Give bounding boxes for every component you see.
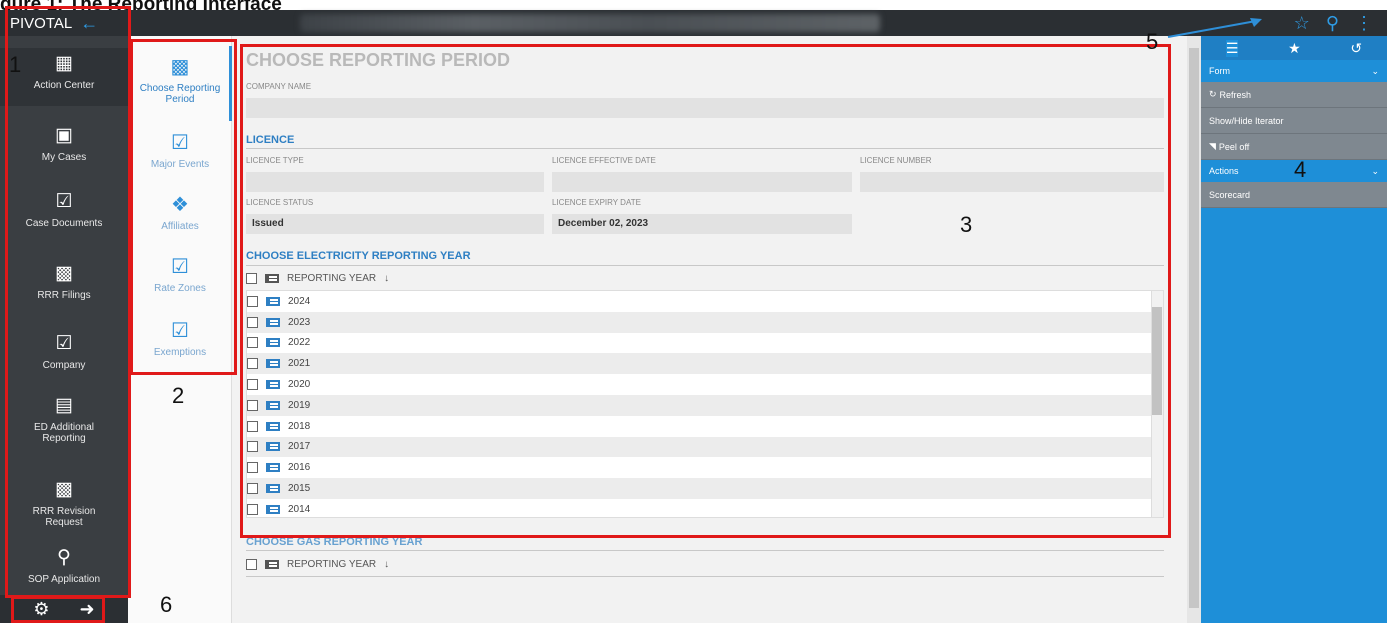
search-globe-icon[interactable]: ⚲ <box>1326 13 1339 34</box>
refresh-button[interactable]: ↻ Refresh <box>1201 82 1387 108</box>
history-tab-icon[interactable]: ↺ <box>1350 40 1362 57</box>
favorites-tab-icon[interactable]: ★ <box>1288 40 1301 57</box>
select-all-checkbox[interactable] <box>246 558 257 570</box>
callout-box-3 <box>240 44 1171 538</box>
refresh-label: Refresh <box>1219 89 1252 100</box>
grid-row-icon <box>265 559 279 569</box>
refresh-icon: ↻ <box>1209 89 1217 99</box>
scorecard-label: Scorecard <box>1209 189 1251 200</box>
show-hide-iterator-label: Show/Hide Iterator <box>1209 115 1284 126</box>
reporting-year-column-header[interactable]: REPORTING YEAR <box>287 559 376 570</box>
form-tab-icon[interactable]: ☰ <box>1225 39 1239 57</box>
blurred-company-banner <box>300 14 880 32</box>
form-scrollbar-thumb[interactable] <box>1189 48 1199 608</box>
chevron-down-icon: ⌄ <box>1371 65 1379 76</box>
callout-number-6: 6 <box>160 592 173 617</box>
divider <box>246 576 1164 577</box>
callout-arrow <box>1167 18 1262 38</box>
chevron-down-icon: ⌄ <box>1371 165 1379 176</box>
callout-box-6 <box>11 596 105 623</box>
right-panel: ☰ ★ ↺ Form ⌄ ↻ Refresh Show/Hide Iterato… <box>1201 36 1387 623</box>
peel-off-label: Peel off <box>1218 141 1250 152</box>
callout-box-2 <box>130 39 237 375</box>
callout-number-2: 2 <box>172 383 185 408</box>
callout-number-5: 5 <box>1146 29 1159 54</box>
sort-descending-icon[interactable]: ↓ <box>384 559 389 570</box>
callout-number-4: 4 <box>1294 157 1307 182</box>
star-icon[interactable]: ☆ <box>1294 13 1310 34</box>
form-section-label: Form <box>1209 66 1230 76</box>
more-vertical-icon[interactable]: ⋮ <box>1355 13 1373 34</box>
actions-section-label: Actions <box>1209 166 1239 176</box>
callout-number-1: 1 <box>9 52 22 77</box>
top-icons: ☆ ⚲ ⋮ <box>1294 10 1373 36</box>
form-section-header[interactable]: Form ⌄ <box>1201 60 1387 82</box>
callout-box-1 <box>5 6 131 598</box>
callout-number-3: 3 <box>960 212 973 237</box>
form-scrollbar[interactable] <box>1187 36 1201 623</box>
peel-off-icon: ◥ <box>1209 141 1216 151</box>
show-hide-iterator-button[interactable]: Show/Hide Iterator <box>1201 108 1387 134</box>
scorecard-button[interactable]: Scorecard <box>1201 182 1387 208</box>
divider <box>246 550 1164 551</box>
gas-grid-header: REPORTING YEAR ↓ <box>246 555 389 573</box>
